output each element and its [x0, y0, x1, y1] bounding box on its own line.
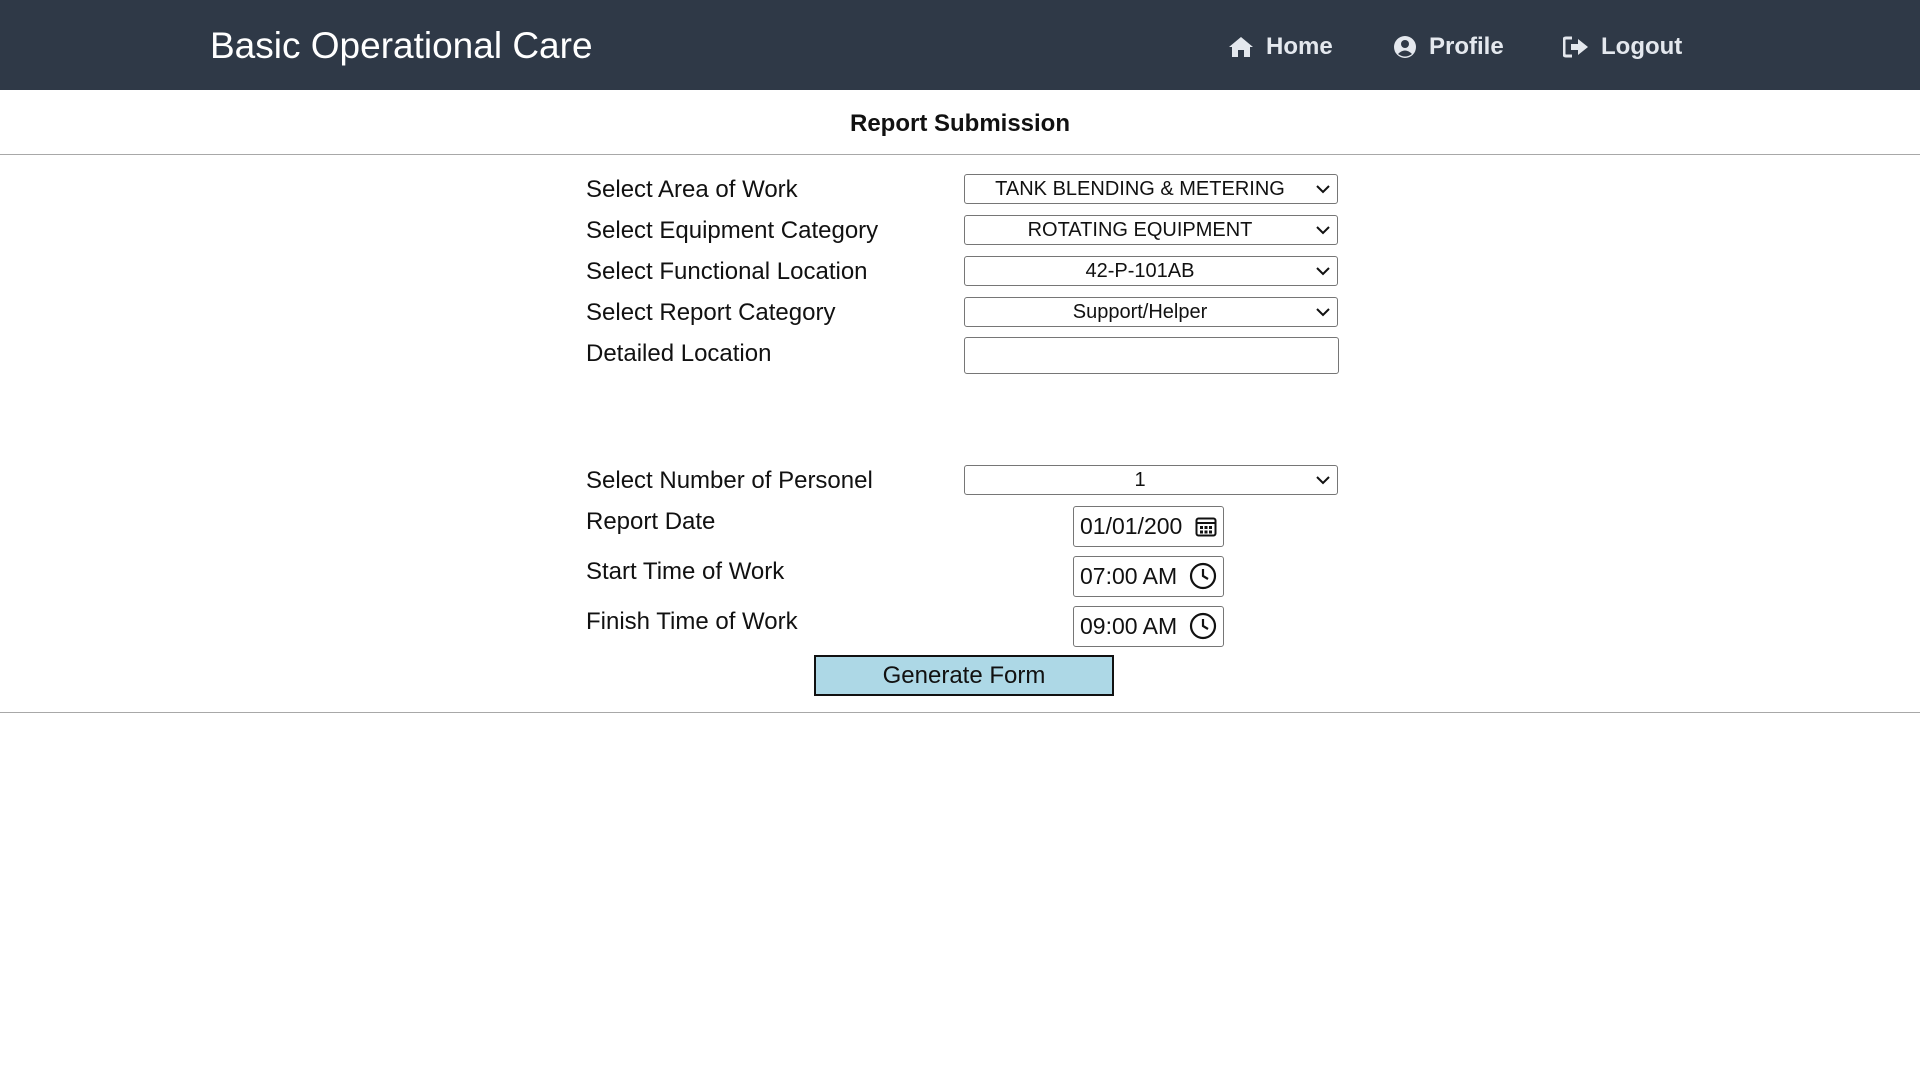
nav-home-label: Home	[1266, 33, 1333, 60]
area-of-work-select[interactable]: TANK BLENDING & METERING	[964, 174, 1338, 204]
divider-top	[0, 154, 1920, 155]
report-date-input[interactable]: 01/01/200	[1073, 506, 1224, 547]
report-date-label: Report Date	[586, 508, 716, 535]
functional-location-select[interactable]: 42-P-101AB	[964, 256, 1338, 286]
functional-location-label: Select Functional Location	[586, 258, 868, 285]
clock-icon[interactable]	[1189, 612, 1217, 640]
brand-title[interactable]: Basic Operational Care	[210, 24, 593, 68]
start-time-value: 07:00 AM	[1080, 563, 1178, 589]
number-of-personnel-value: 1	[1134, 469, 1146, 491]
nav-profile-label: Profile	[1429, 33, 1504, 60]
nav-home-link[interactable]: Home	[1228, 30, 1333, 64]
top-navbar: Basic Operational Care Home Profile Logo…	[0, 0, 1920, 90]
finish-time-input[interactable]: 09:00 AM	[1073, 606, 1224, 647]
report-category-value: Support/Helper	[1072, 301, 1208, 323]
detailed-location-label: Detailed Location	[586, 340, 772, 367]
nav-logout-label: Logout	[1601, 33, 1683, 60]
area-of-work-value: TANK BLENDING & METERING	[995, 178, 1285, 200]
nav-profile-link[interactable]: Profile	[1393, 30, 1504, 64]
report-category-select[interactable]: Support/Helper	[964, 297, 1338, 327]
chevron-down-icon	[1316, 226, 1330, 235]
generate-form-button[interactable]: Generate Form	[814, 655, 1114, 696]
divider-bottom	[0, 712, 1920, 713]
sign-out-icon	[1563, 36, 1588, 58]
chevron-down-icon	[1316, 267, 1330, 276]
clock-icon[interactable]	[1189, 562, 1217, 590]
calendar-icon[interactable]	[1195, 515, 1217, 537]
start-time-input[interactable]: 07:00 AM	[1073, 556, 1224, 597]
finish-time-value: 09:00 AM	[1080, 613, 1178, 639]
chevron-down-icon	[1316, 185, 1330, 194]
start-time-label: Start Time of Work	[586, 558, 785, 585]
equipment-category-select[interactable]: ROTATING EQUIPMENT	[964, 215, 1338, 245]
report-category-label: Select Report Category	[586, 299, 836, 326]
area-of-work-label: Select Area of Work	[586, 176, 798, 203]
nav-logout-link[interactable]: Logout	[1563, 30, 1682, 64]
user-circle-icon	[1394, 36, 1416, 58]
report-date-value: 01/01/200	[1080, 513, 1183, 539]
home-icon	[1229, 37, 1253, 57]
detailed-location-input[interactable]	[964, 337, 1339, 374]
chevron-down-icon	[1316, 476, 1330, 485]
equipment-category-label: Select Equipment Category	[586, 217, 879, 244]
equipment-category-value: ROTATING EQUIPMENT	[1027, 219, 1253, 241]
functional-location-value: 42-P-101AB	[1085, 260, 1195, 282]
number-of-personnel-select[interactable]: 1	[964, 465, 1338, 495]
chevron-down-icon	[1316, 308, 1330, 317]
finish-time-label: Finish Time of Work	[586, 608, 798, 635]
number-of-personnel-label: Select Number of Personel	[586, 467, 873, 494]
page-title: Report Submission	[849, 110, 1071, 137]
